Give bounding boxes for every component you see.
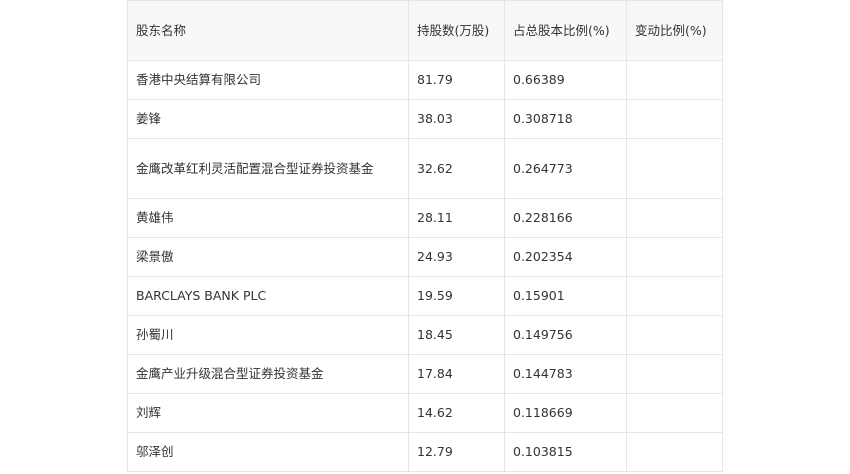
cell-change xyxy=(626,99,723,139)
cell-name: 邬泽创 xyxy=(127,432,409,472)
cell-shares: 18.45 xyxy=(408,315,505,355)
cell-name: 梁景傲 xyxy=(127,237,409,277)
cell-shares: 28.11 xyxy=(408,198,505,238)
cell-name: 黄雄伟 xyxy=(127,198,409,238)
table-row: 梁景傲 24.93 0.202354 xyxy=(127,237,723,277)
cell-ratio: 0.103815 xyxy=(504,432,627,472)
header-shares: 持股数(万股) xyxy=(408,0,505,61)
cell-change xyxy=(626,138,723,199)
table-header: 股东名称 持股数(万股) 占总股本比例(%) 变动比例(%) xyxy=(127,0,723,61)
cell-shares: 24.93 xyxy=(408,237,505,277)
cell-ratio: 0.228166 xyxy=(504,198,627,238)
table-row: 邬泽创 12.79 0.103815 xyxy=(127,432,723,472)
cell-change xyxy=(626,198,723,238)
table-row: BARCLAYS BANK PLC 19.59 0.15901 xyxy=(127,276,723,316)
table-row: 金鹰产业升级混合型证券投资基金 17.84 0.144783 xyxy=(127,354,723,394)
header-ratio: 占总股本比例(%) xyxy=(504,0,627,61)
cell-ratio: 0.308718 xyxy=(504,99,627,139)
table-row: 金鹰改革红利灵活配置混合型证券投资基金 32.62 0.264773 xyxy=(127,138,723,199)
cell-shares: 81.79 xyxy=(408,60,505,100)
table-row: 黄雄伟 28.11 0.228166 xyxy=(127,198,723,238)
cell-ratio: 0.118669 xyxy=(504,393,627,433)
cell-change xyxy=(626,354,723,394)
table-body: 香港中央结算有限公司 81.79 0.66389 姜锋 38.03 0.3087… xyxy=(127,60,723,472)
cell-ratio: 0.144783 xyxy=(504,354,627,394)
cell-name: 姜锋 xyxy=(127,99,409,139)
cell-name: 刘辉 xyxy=(127,393,409,433)
cell-shares: 17.84 xyxy=(408,354,505,394)
cell-shares: 19.59 xyxy=(408,276,505,316)
cell-shares: 32.62 xyxy=(408,138,505,199)
table-row: 刘辉 14.62 0.118669 xyxy=(127,393,723,433)
cell-change xyxy=(626,276,723,316)
cell-shares: 38.03 xyxy=(408,99,505,139)
cell-ratio: 0.15901 xyxy=(504,276,627,316)
cell-change xyxy=(626,432,723,472)
header-row: 股东名称 持股数(万股) 占总股本比例(%) 变动比例(%) xyxy=(127,0,723,61)
cell-name: 金鹰改革红利灵活配置混合型证券投资基金 xyxy=(127,138,409,199)
table-row: 姜锋 38.03 0.308718 xyxy=(127,99,723,139)
shareholder-table: 股东名称 持股数(万股) 占总股本比例(%) 变动比例(%) 香港中央结算有限公… xyxy=(127,0,723,472)
cell-ratio: 0.66389 xyxy=(504,60,627,100)
cell-shares: 14.62 xyxy=(408,393,505,433)
cell-change xyxy=(626,315,723,355)
cell-change xyxy=(626,237,723,277)
cell-change xyxy=(626,393,723,433)
cell-name: 孙蜀川 xyxy=(127,315,409,355)
cell-ratio: 0.202354 xyxy=(504,237,627,277)
cell-name: 金鹰产业升级混合型证券投资基金 xyxy=(127,354,409,394)
header-change: 变动比例(%) xyxy=(626,0,723,61)
table-row: 香港中央结算有限公司 81.79 0.66389 xyxy=(127,60,723,100)
shareholder-table-container: 股东名称 持股数(万股) 占总股本比例(%) 变动比例(%) 香港中央结算有限公… xyxy=(127,0,723,472)
cell-ratio: 0.149756 xyxy=(504,315,627,355)
table-row: 孙蜀川 18.45 0.149756 xyxy=(127,315,723,355)
cell-name: BARCLAYS BANK PLC xyxy=(127,276,409,316)
cell-ratio: 0.264773 xyxy=(504,138,627,199)
cell-shares: 12.79 xyxy=(408,432,505,472)
cell-change xyxy=(626,60,723,100)
header-shareholder-name: 股东名称 xyxy=(127,0,409,61)
cell-name: 香港中央结算有限公司 xyxy=(127,60,409,100)
